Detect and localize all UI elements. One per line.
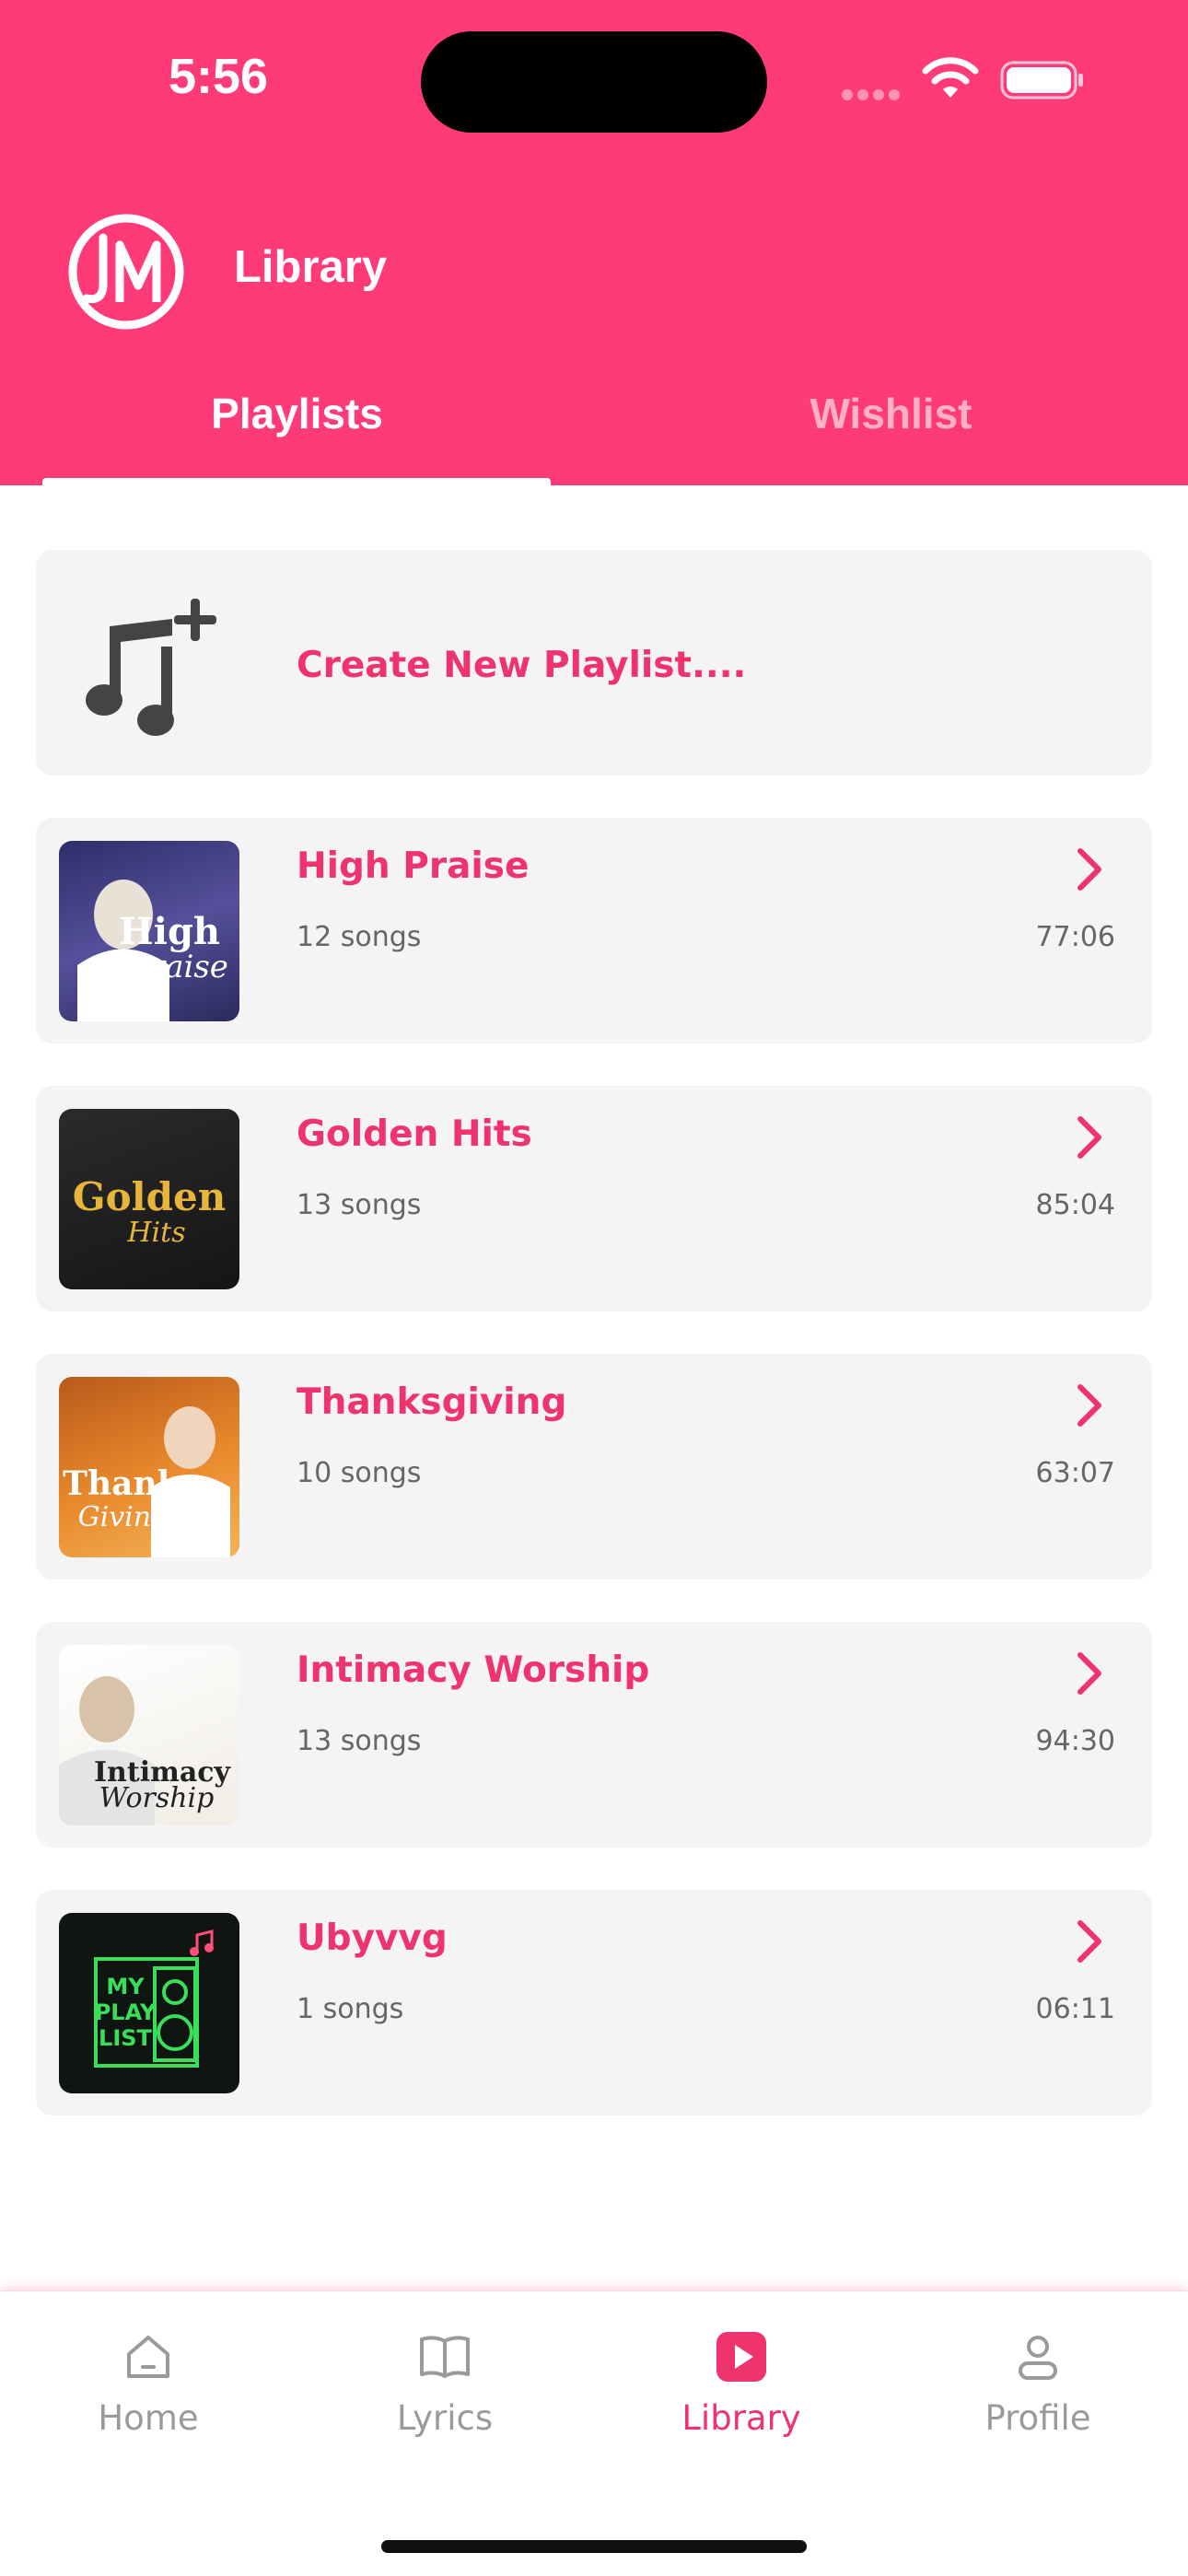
playlist-duration: 06:11: [1035, 1993, 1115, 2025]
playlist-card[interactable]: High Praise High Praise 12 songs 77:06: [36, 818, 1152, 1043]
battery-icon: [1000, 61, 1083, 99]
create-playlist-label: Create New Playlist....: [297, 645, 747, 686]
playlist-name: High Praise: [297, 845, 530, 887]
chevron-right-icon[interactable]: [1073, 1917, 1106, 1965]
playlist-duration: 77:06: [1035, 921, 1115, 953]
status-time: 5:56: [169, 49, 269, 104]
playlist-name: Ubyvvg: [297, 1917, 448, 1959]
cover-line-2: PLAY: [95, 1999, 157, 2025]
nav-label-profile: Profile: [984, 2398, 1091, 2438]
playlist-song-count: 12 songs: [297, 921, 422, 953]
nav-profile[interactable]: Profile: [890, 2328, 1186, 2438]
playlist-name: Golden Hits: [297, 1113, 532, 1155]
playlist-cover: Intimacy Worship: [59, 1645, 239, 1825]
tab-playlists[interactable]: Playlists: [0, 389, 594, 438]
music-note-plus-icon: [86, 599, 216, 736]
playlist-name: Thanksgiving: [297, 1381, 567, 1423]
chevron-right-icon[interactable]: [1073, 1649, 1106, 1697]
cover-subtitle: Giving: [78, 1501, 169, 1533]
playlist-duration: 63:07: [1035, 1457, 1115, 1489]
cover-subtitle: Worship: [99, 1782, 215, 1814]
cover-title: Thanks: [63, 1464, 199, 1503]
cover-title: High: [119, 910, 220, 953]
playlist-song-count: 10 songs: [297, 1457, 422, 1489]
chevron-right-icon[interactable]: [1073, 1381, 1106, 1429]
playlist-duration: 85:04: [1035, 1189, 1115, 1221]
playlist-cover: Golden Hits: [59, 1109, 239, 1289]
cover-title: Golden: [73, 1174, 226, 1219]
tab-active-indicator: [42, 478, 551, 485]
playlist-duration: 94:30: [1035, 1725, 1115, 1757]
playlist-song-count: 1 songs: [297, 1993, 404, 2025]
dynamic-island: [421, 31, 767, 133]
playlist-cover: MY PLAY LIST: [59, 1913, 239, 2093]
chevron-right-icon[interactable]: [1073, 1113, 1106, 1161]
home-icon: [127, 2336, 169, 2378]
nav-label-home: Home: [98, 2398, 199, 2438]
playlist-cover: Thanks Giving: [59, 1377, 239, 1557]
person-icon: [1019, 2336, 1057, 2380]
playlist-name: Intimacy Worship: [297, 1649, 650, 1691]
bottom-nav: Home Lyrics Library Profile: [0, 2290, 1188, 2576]
cover-subtitle: Praise: [128, 949, 228, 985]
nav-label-library: Library: [681, 2398, 801, 2438]
home-indicator: [381, 2540, 807, 2553]
playlist-card[interactable]: Intimacy Worship Intimacy Worship 13 son…: [36, 1622, 1152, 1847]
cover-subtitle: Hits: [126, 1217, 185, 1249]
playlist-cover: High Praise: [59, 841, 239, 1021]
playlist-song-count: 13 songs: [297, 1189, 422, 1221]
play-square-icon: [716, 2332, 766, 2382]
cover-line-1: MY: [106, 1974, 145, 1999]
app-header: 5:56 Library Playlists Wishlist: [0, 0, 1188, 485]
playlist-card[interactable]: MY PLAY LIST Ubyvvg 1 songs 06:11: [36, 1890, 1152, 2116]
book-icon: [420, 2336, 470, 2378]
nav-lyrics[interactable]: Lyrics: [297, 2328, 593, 2438]
nav-library[interactable]: Library: [593, 2328, 890, 2438]
chevron-right-icon[interactable]: [1073, 845, 1106, 893]
playlist-song-count: 13 songs: [297, 1725, 422, 1757]
logo-icon: [68, 214, 184, 330]
tab-wishlist[interactable]: Wishlist: [594, 389, 1188, 438]
cover-line-3: LIST: [99, 2025, 153, 2051]
nav-home[interactable]: Home: [0, 2328, 297, 2438]
wifi-icon: [922, 57, 979, 98]
nav-label-lyrics: Lyrics: [396, 2398, 494, 2438]
playlist-card[interactable]: Golden Hits Golden Hits 13 songs 85:04: [36, 1086, 1152, 1311]
playlist-card[interactable]: Thanks Giving Thanksgiving 10 songs 63:0…: [36, 1354, 1152, 1579]
create-playlist-button[interactable]: Create New Playlist....: [36, 550, 1152, 775]
cellular-signal-icon: [842, 87, 906, 100]
page-title: Library: [234, 242, 388, 292]
